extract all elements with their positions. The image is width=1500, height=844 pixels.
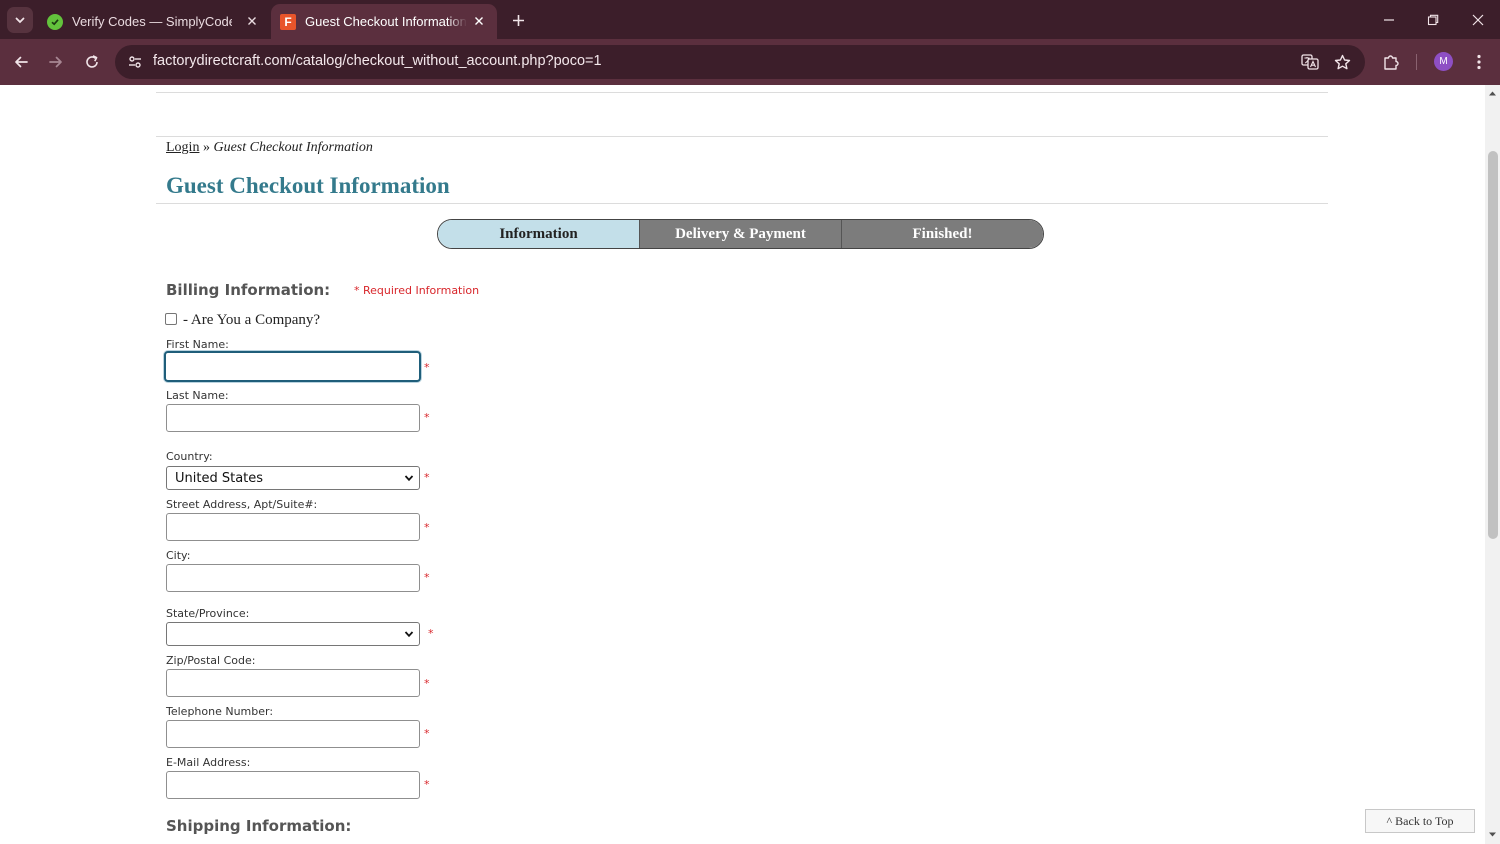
breadcrumb: Login » Guest Checkout Information bbox=[166, 140, 373, 156]
close-window-button[interactable] bbox=[1466, 8, 1490, 32]
country-label: Country: bbox=[166, 450, 213, 463]
new-tab-button[interactable] bbox=[508, 10, 528, 30]
star-icon bbox=[1334, 54, 1350, 69]
profile-avatar[interactable]: M bbox=[1434, 52, 1453, 71]
puzzle-icon bbox=[1384, 55, 1399, 70]
plus-icon bbox=[512, 14, 524, 26]
browser-menu-button[interactable] bbox=[1467, 50, 1491, 74]
zip-input[interactable] bbox=[166, 669, 420, 697]
required-star: * bbox=[424, 521, 430, 534]
simplycodes-favicon-icon bbox=[47, 13, 63, 30]
tab-title: Guest Checkout Information - F bbox=[305, 14, 467, 29]
country-selected-value: United States bbox=[175, 470, 264, 486]
address-bar[interactable]: factorydirectcraft.com/catalog/checkout_… bbox=[115, 45, 1365, 79]
required-star: * bbox=[424, 361, 430, 374]
required-star: * bbox=[424, 677, 430, 690]
back-to-top-button[interactable]: ^ Back to Top bbox=[1365, 809, 1475, 833]
breadcrumb-current: Guest Checkout Information bbox=[213, 140, 373, 155]
telephone-label: Telephone Number: bbox=[166, 705, 274, 718]
restore-window-button[interactable] bbox=[1421, 8, 1445, 32]
url-text[interactable]: factorydirectcraft.com/catalog/checkout_… bbox=[153, 53, 602, 69]
factorydirect-favicon-icon: F bbox=[280, 13, 296, 30]
minimize-icon bbox=[1384, 19, 1394, 21]
last-name-input[interactable] bbox=[166, 404, 420, 432]
city-label: City: bbox=[166, 549, 191, 562]
scrollbar-thumb[interactable] bbox=[1488, 151, 1498, 539]
step-finished: Finished! bbox=[842, 220, 1043, 248]
close-tab-icon[interactable] bbox=[471, 13, 487, 29]
toolbar-separator bbox=[1416, 54, 1417, 70]
shipping-heading: Shipping Information: bbox=[166, 817, 352, 835]
scroll-down-arrow-icon[interactable] bbox=[1488, 830, 1497, 839]
translate-button[interactable] bbox=[1298, 50, 1322, 74]
company-checkbox[interactable] bbox=[165, 312, 177, 325]
state-label: State/Province: bbox=[166, 607, 250, 620]
tab-title: Verify Codes — SimplyCodes bbox=[72, 14, 232, 29]
email-label: E-Mail Address: bbox=[166, 756, 251, 769]
close-icon bbox=[1472, 14, 1484, 26]
reload-button[interactable] bbox=[80, 50, 104, 74]
chevron-down-icon bbox=[404, 475, 414, 482]
forward-button[interactable] bbox=[44, 50, 68, 74]
street-address-label: Street Address, Apt/Suite#: bbox=[166, 498, 318, 511]
extensions-button[interactable] bbox=[1379, 50, 1403, 74]
required-star: * bbox=[428, 627, 434, 640]
tune-icon bbox=[129, 56, 141, 68]
browser-tab-strip: Verify Codes — SimplyCodes F Guest Check… bbox=[0, 0, 1500, 39]
first-name-input[interactable] bbox=[164, 351, 421, 382]
top-divider bbox=[156, 92, 1328, 93]
required-star: * bbox=[424, 411, 430, 424]
page-scrollbar[interactable] bbox=[1485, 85, 1500, 844]
required-info-note: * Required Information bbox=[354, 284, 480, 297]
bookmark-star-button[interactable] bbox=[1330, 50, 1354, 74]
email-input[interactable] bbox=[166, 771, 420, 799]
translate-icon bbox=[1301, 54, 1319, 70]
back-button[interactable] bbox=[9, 50, 33, 74]
browser-toolbar: factorydirectcraft.com/catalog/checkout_… bbox=[0, 39, 1500, 85]
last-name-label: Last Name: bbox=[166, 389, 229, 402]
first-name-label: First Name: bbox=[166, 338, 229, 351]
arrow-right-icon bbox=[49, 56, 62, 68]
zip-label: Zip/Postal Code: bbox=[166, 654, 256, 667]
more-vertical-icon bbox=[1477, 54, 1481, 70]
step-delivery-payment: Delivery & Payment bbox=[640, 220, 842, 248]
city-input[interactable] bbox=[166, 564, 420, 592]
close-tab-icon[interactable] bbox=[244, 13, 260, 29]
page-title: Guest Checkout Information bbox=[166, 173, 450, 198]
country-select[interactable]: United States bbox=[166, 466, 420, 490]
required-star: * bbox=[424, 727, 430, 740]
page-viewport: Login » Guest Checkout Information Guest… bbox=[0, 85, 1485, 844]
step-information: Information bbox=[438, 220, 640, 248]
title-divider bbox=[156, 203, 1328, 204]
browser-tab-guest-checkout[interactable]: F Guest Checkout Information - F bbox=[271, 4, 497, 39]
breadcrumb-login-link[interactable]: Login bbox=[166, 140, 199, 155]
street-address-input[interactable] bbox=[166, 513, 420, 541]
checkout-progress-steps: Information Delivery & Payment Finished! bbox=[437, 219, 1044, 249]
chevron-down-icon bbox=[404, 631, 414, 638]
tab-search-button[interactable] bbox=[7, 7, 33, 33]
arrow-left-icon bbox=[15, 56, 28, 68]
breadcrumb-separator: » bbox=[202, 140, 210, 155]
company-checkbox-row[interactable]: - Are You a Company? bbox=[165, 312, 320, 329]
telephone-input[interactable] bbox=[166, 720, 420, 748]
site-info-button[interactable] bbox=[123, 50, 147, 74]
required-star: * bbox=[424, 471, 430, 484]
company-checkbox-label: - Are You a Company? bbox=[183, 312, 321, 328]
browser-tab-simplycodes[interactable]: Verify Codes — SimplyCodes bbox=[38, 4, 270, 39]
chevron-down-icon bbox=[15, 17, 25, 24]
restore-icon bbox=[1427, 14, 1439, 26]
minimize-window-button[interactable] bbox=[1377, 8, 1401, 32]
scroll-up-arrow-icon[interactable] bbox=[1488, 89, 1497, 98]
state-select[interactable] bbox=[166, 622, 420, 646]
billing-heading: Billing Information: bbox=[166, 281, 331, 299]
header-divider bbox=[156, 136, 1328, 137]
required-star: * bbox=[424, 571, 430, 584]
required-star: * bbox=[424, 778, 430, 791]
reload-icon bbox=[86, 55, 98, 68]
